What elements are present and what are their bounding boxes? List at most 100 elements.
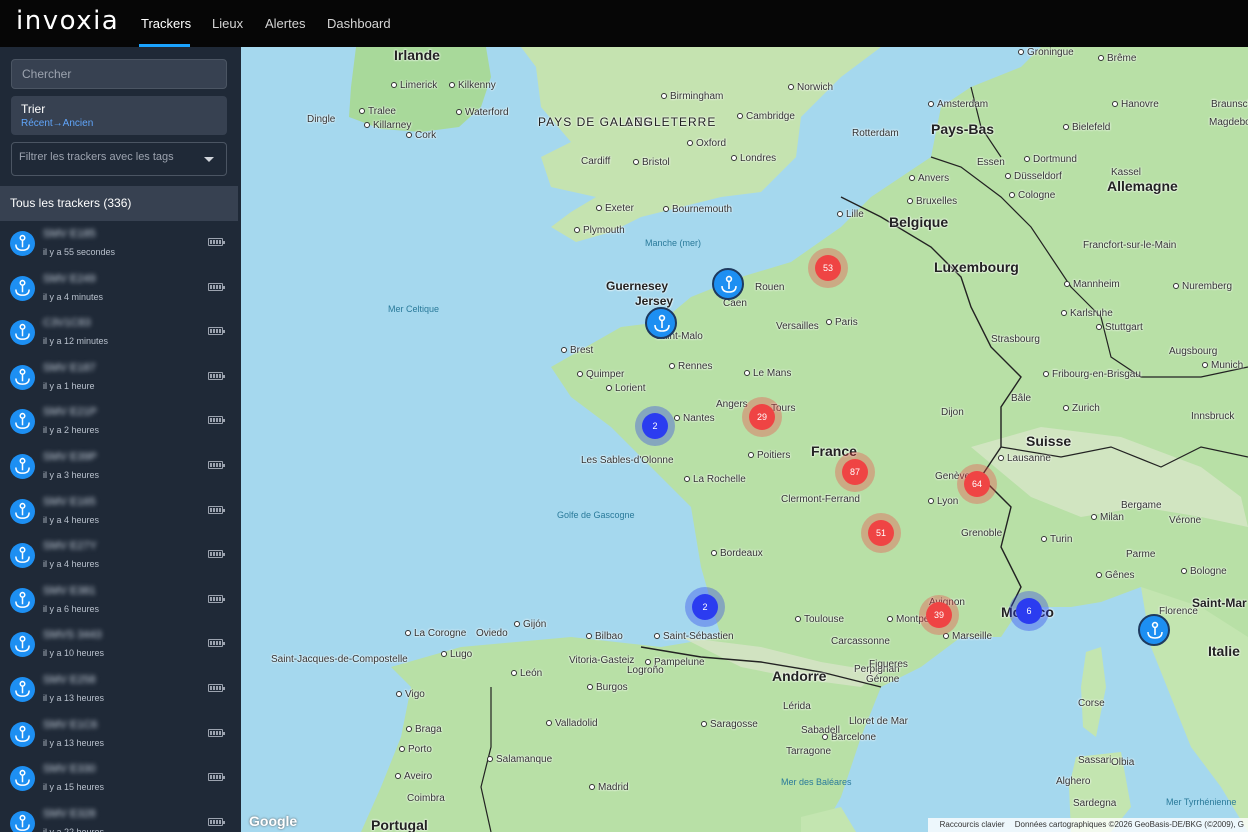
map-label-luxembourg: Luxembourg [934,259,1019,275]
tracker-name: SMV E185 [43,228,96,240]
cluster-marker[interactable]: 87 [835,452,875,492]
tracker-pin-icon [15,457,30,474]
tracker-last-seen: il y a 22 heures [43,826,105,832]
tracker-row[interactable]: SMV E381 il y a 6 heures [0,578,238,623]
tracker-last-seen: il y a 4 minutes [43,291,104,302]
tracker-name: SMV E381 [43,584,96,597]
map-label-nuremberg: Nuremberg [1173,281,1232,292]
tracker-row[interactable]: SMV E39P il y a 3 heures [0,444,238,489]
map-label-lorient: Lorient [606,383,646,394]
map-label-guernesey: Guernesey [606,279,669,293]
tracker-row[interactable]: SMV E21P il y a 2 heures [0,399,238,444]
tracker-marker-saint-malo[interactable] [645,307,677,339]
map-label-birmingham: Birmingham [661,91,723,102]
tracker-row[interactable]: SMV E187 il y a 1 heure [0,355,238,400]
cluster-count: 39 [926,602,952,628]
tracker-pin-icon [15,636,30,653]
tracker-row[interactable]: SMV E330 il y a 15 heures [0,756,238,801]
tag-filter-dropdown[interactable]: Filtrer les trackers avec les tags [11,142,227,176]
search-placeholder: Chercher [22,67,72,81]
map-label-amsterdam: Amsterdam [928,99,988,110]
map-label-augsbourg: Augsbourg [1169,346,1218,357]
tab-alertes[interactable]: Alertes [265,16,305,31]
tracker-name: SMV E21P [43,406,97,419]
tracker-row[interactable]: C3V1C83 il y a 12 minutes [0,310,238,355]
map-label-mer-baleares: Mer des Baléares [781,777,852,787]
map[interactable]: Irlande PAYS DE GALLES ANGLETERRE Pays-Bas B… [241,47,1248,832]
map-label-cologne: Cologne [1009,190,1055,201]
search-input[interactable]: Chercher [11,59,227,89]
tracker-last-seen: il y a 13 heures [43,692,105,703]
tab-trackers[interactable]: Trackers [141,16,191,31]
map-label-italie: Italie [1208,643,1240,659]
map-label-quimper: Quimper [577,369,624,380]
tracker-row[interactable]: SMVS 3443 il y a 10 heures [0,622,238,667]
tracker-pin-icon [15,814,30,831]
invoxia-logo[interactable]: invoxia [16,6,119,36]
tracker-pin-icon [15,413,30,430]
tracker-row[interactable]: SMV E249 il y a 4 minutes [0,266,238,311]
map-label-jersey: Jersey [635,294,674,308]
tracker-last-seen: il y a 4 heures [43,559,100,570]
cluster-marker[interactable]: 53 [808,248,848,288]
tracker-row[interactable]: SMV E165 il y a 4 heures [0,489,238,534]
map-label-oviedo: Oviedo [476,628,508,639]
tracker-pin-icon [15,680,30,697]
tracker-last-seen: il y a 15 heures [43,782,105,793]
tracker-row[interactable]: SMV E185 il y a 55 secondes [0,221,238,266]
map-label-bristol: Bristol [633,157,670,168]
cluster-marker[interactable]: 64 [957,464,997,504]
battery-icon [208,728,225,737]
map-label-aveiro: Aveiro [395,771,432,782]
tracker-row[interactable]: SMV E258 il y a 13 heures [0,667,238,712]
cluster-marker[interactable]: 29 [742,397,782,437]
tab-dashboard[interactable]: Dashboard [327,16,391,31]
keyboard-shortcuts-link[interactable]: Raccourcis clavier [940,820,1005,829]
cluster-marker[interactable]: 39 [919,595,959,635]
map-label-la-rochelle: La Rochelle [684,474,746,485]
map-label-saint-jacques: Saint-Jacques-de-Compostelle [271,654,408,665]
tracker-marker-florence[interactable] [1138,614,1170,646]
map-label-saragosse: Saragosse [701,719,758,730]
all-trackers-label: Tous les trackers (336) [10,196,132,210]
sort-select[interactable]: Trier Récent→Ancien [11,96,227,135]
map-data-credits[interactable]: Données cartographiques ©2026 GeoBasis-D… [1015,820,1244,829]
tab-lieux[interactable]: Lieux [212,16,243,31]
map-label-versailles: Versailles [776,321,819,332]
map-label-pays-bas: Pays-Bas [931,121,995,137]
tracker-last-seen: il y a 4 heures [43,514,100,525]
cluster-marker[interactable]: 51 [861,513,901,553]
google-logo[interactable]: Google [249,813,297,829]
map-label-leon: León [511,668,542,679]
map-label-manche: Manche (mer) [645,238,702,248]
map-label-mannheim: Mannheim [1064,279,1120,290]
tracker-last-seen: il y a 3 heures [43,469,100,480]
tracker-name: SMV E39P [43,450,97,463]
cluster-count: 2 [692,594,718,620]
tracker-row[interactable]: SMV E27Y il y a 4 heures [0,533,238,578]
map-label-clermont: Clermont-Ferrand [781,494,860,505]
map-label-strasbourg: Strasbourg [991,334,1040,345]
tracker-row[interactable]: SMV E1C6 il y a 13 heures [0,712,238,757]
map-label-marseille: Marseille [943,631,992,642]
tracker-row[interactable]: SMV E328 il y a 22 heures [0,801,238,832]
all-trackers-header[interactable]: Tous les trackers (336) [0,186,238,221]
cluster-marker[interactable]: 2 [685,587,725,627]
tracker-name: C3V1C83 [43,317,91,330]
battery-icon [208,639,225,648]
map-label-cork: Cork [406,130,436,141]
map-label-coimbra: Coimbra [407,793,445,804]
sidebar: Chercher Trier Récent→Ancien Filtrer les… [0,47,241,832]
tracker-last-seen: il y a 10 heures [43,648,105,659]
tracker-marker-caen[interactable] [712,268,744,300]
tracker-avatar-icon [10,409,35,435]
cluster-marker[interactable]: 6 [1009,591,1049,631]
map-label-magdebourg: Magdebourg [1209,117,1248,128]
map-label-andorre: Andorre [772,668,827,684]
cluster-marker[interactable]: 2 [635,406,675,446]
battery-icon [208,817,225,826]
map-label-vigo: Vigo [396,689,425,700]
cluster-count: 51 [868,520,894,546]
tracker-avatar-icon [10,587,35,613]
battery-icon [208,416,225,425]
